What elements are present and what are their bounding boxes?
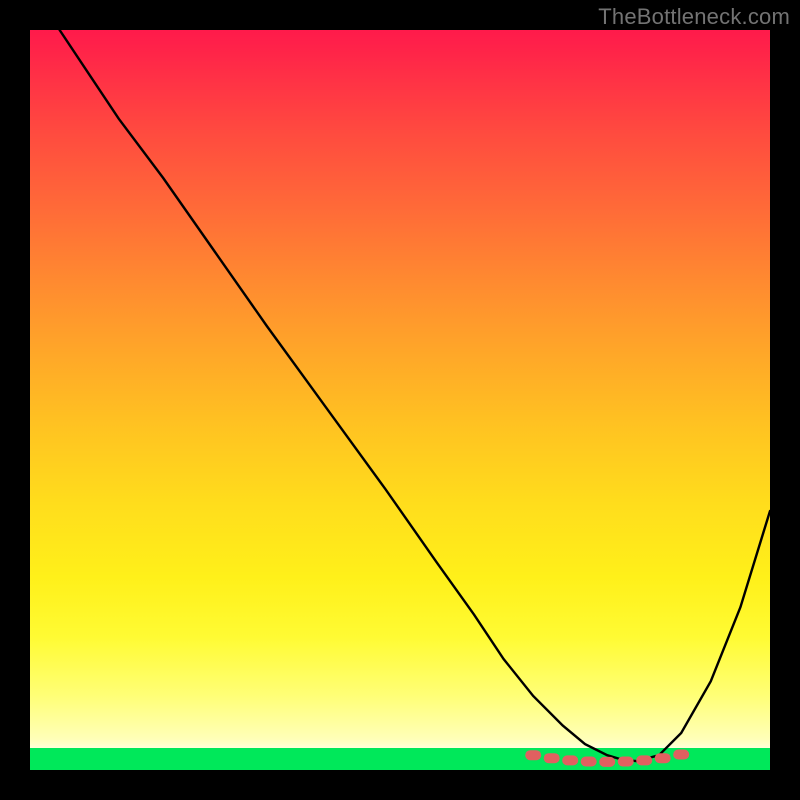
valley-dot	[525, 750, 541, 760]
valley-dot	[544, 753, 560, 763]
bottleneck-curve	[60, 30, 770, 761]
curve-layer	[60, 30, 770, 761]
valley-dot	[562, 755, 578, 765]
valley-dots	[525, 750, 689, 767]
chart-svg	[30, 30, 770, 770]
valley-dot	[599, 757, 615, 767]
watermark-text: TheBottleneck.com	[598, 4, 790, 30]
valley-dot	[581, 757, 597, 767]
chart-frame: TheBottleneck.com	[0, 0, 800, 800]
valley-dot	[655, 753, 671, 763]
valley-dot	[636, 755, 652, 765]
valley-dot	[618, 757, 634, 767]
valley-dot	[673, 750, 689, 760]
plot-area	[30, 30, 770, 770]
